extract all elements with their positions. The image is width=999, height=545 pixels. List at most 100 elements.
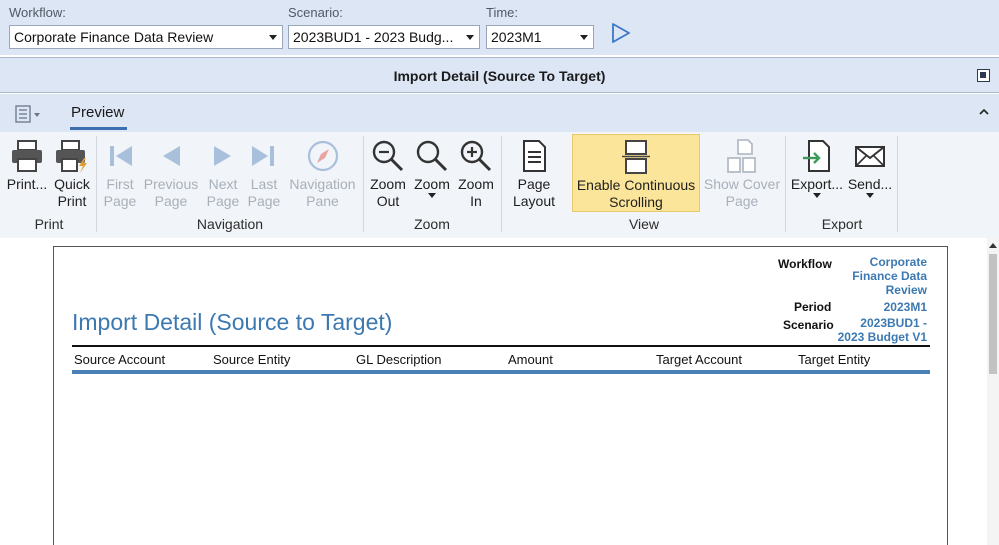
scenario-label: Scenario: (288, 5, 343, 20)
navigation-group-label: Navigation (196, 216, 264, 232)
group-divider (96, 136, 97, 232)
first-page-label-2: Page (103, 193, 137, 209)
group-divider (897, 136, 898, 232)
report-preview-area[interactable]: Import Detail (Source to Target) Workflo… (0, 238, 999, 545)
zoom-out-label-2: Out (376, 193, 400, 209)
last-page-label-2: Page (247, 193, 281, 209)
quick-print-label-2: Print (57, 193, 87, 209)
chevron-up-icon[interactable] (979, 107, 989, 117)
restore-window-icon[interactable] (977, 69, 990, 82)
report-title: Import Detail (Source to Target) (72, 309, 393, 335)
previous-page-button[interactable]: Previous Page (142, 134, 200, 212)
send-button[interactable]: Send... (846, 134, 894, 212)
column-header-amount: Amount (508, 352, 553, 367)
print-button[interactable]: Print... (4, 134, 50, 212)
page-layout-label-1: Page (517, 176, 551, 192)
ribbon: Print... Quick Print Print First Page Pr… (0, 132, 999, 238)
first-page-label-1: First (106, 176, 134, 192)
cover-page-label-2: Page (725, 193, 759, 209)
scenario-meta-label: Scenario (783, 318, 834, 332)
print-group-label: Print (34, 216, 64, 232)
previous-page-label-1: Previous (143, 176, 199, 192)
print-label-1: Print... (6, 176, 48, 192)
zoom-in-label-1: Zoom (458, 176, 494, 192)
zoom-in-label-2: In (470, 193, 482, 209)
printer-icon (12, 140, 42, 172)
last-page-label-1: Last (250, 176, 278, 192)
last-page-button[interactable]: Last Page (244, 134, 284, 212)
navigation-pane-label-2: Pane (306, 193, 339, 209)
group-divider (501, 136, 502, 232)
column-header-source-entity: Source Entity (213, 352, 291, 367)
time-select[interactable]: 2023M1 (486, 25, 594, 49)
workflow-meta-value-3: Review (885, 283, 927, 297)
tab-preview[interactable]: Preview (71, 104, 124, 121)
next-page-button[interactable]: Next Page (203, 134, 243, 212)
column-header-gl-description: GL Description (356, 352, 442, 367)
workflow-label: Workflow: (9, 5, 66, 20)
next-page-icon (214, 146, 231, 166)
cover-page-icon (727, 139, 756, 173)
column-header-target-account: Target Account (656, 352, 742, 367)
last-page-icon (252, 146, 274, 166)
show-cover-page-button[interactable]: Show Cover Page (702, 134, 782, 212)
time-select-value: 2023M1 (491, 29, 542, 45)
next-page-label-2: Page (206, 193, 240, 209)
zoom-in-button[interactable]: Zoom In (454, 134, 498, 212)
column-header-target-entity: Target Entity (798, 352, 871, 367)
scroll-up-arrow-icon[interactable] (989, 243, 997, 248)
report-page: Import Detail (Source to Target) Workflo… (53, 246, 948, 545)
workflow-select[interactable]: Corporate Finance Data Review (9, 25, 283, 49)
page-layout-button[interactable]: Page Layout (505, 134, 563, 212)
chevron-down-icon (269, 35, 277, 40)
send-label: Send... (847, 176, 893, 192)
vertical-scrollbar[interactable] (987, 238, 999, 545)
page-layout-icon (523, 140, 546, 172)
quick-print-button[interactable]: Quick Print (50, 134, 94, 212)
scenario-select-value: 2023BUD1 - 2023 Budg... (293, 29, 454, 45)
workflow-meta-value-1: Corporate (869, 255, 927, 269)
chevron-down-icon (813, 193, 821, 198)
previous-page-icon (163, 146, 180, 166)
export-group-label: Export (821, 216, 863, 232)
export-icon (803, 140, 830, 172)
first-page-button[interactable]: First Page (100, 134, 140, 212)
previous-page-label-2: Page (154, 193, 188, 209)
continuous-label-2: Scrolling (609, 194, 663, 210)
next-page-label-1: Next (208, 176, 238, 192)
navigation-pane-button[interactable]: Navigation Pane (285, 134, 360, 212)
app-menu-icon[interactable] (15, 105, 41, 123)
group-divider (785, 136, 786, 232)
zoom-out-icon (372, 140, 404, 172)
export-button[interactable]: Export... (789, 134, 845, 212)
quick-print-icon (56, 140, 87, 173)
zoom-group-label: Zoom (414, 216, 450, 232)
header-rule (72, 345, 930, 347)
scroll-thumb[interactable] (989, 254, 997, 374)
zoom-out-button[interactable]: Zoom Out (367, 134, 409, 212)
continuous-scroll-icon (622, 140, 650, 174)
panel-title: Import Detail (Source To Target) (393, 68, 606, 84)
zoom-in-icon (460, 140, 492, 172)
continuous-label-1: Enable Continuous (576, 177, 696, 193)
enable-continuous-scrolling-button[interactable]: Enable Continuous Scrolling (572, 134, 700, 212)
column-header-rule (72, 370, 930, 374)
cover-page-label-1: Show Cover (703, 176, 781, 192)
period-meta-label: Period (794, 300, 832, 314)
ribbon-tab-strip: Preview (0, 94, 999, 132)
zoom-out-label-1: Zoom (370, 176, 406, 192)
play-icon[interactable] (610, 21, 632, 45)
compass-icon (307, 140, 338, 172)
scenario-meta-value-1: 2023BUD1 - (860, 316, 927, 330)
zoom-label: Zoom (414, 176, 450, 192)
chevron-down-icon (866, 193, 874, 198)
scenario-meta-value-2: 2023 Budget V1 (837, 330, 927, 344)
scenario-select[interactable]: 2023BUD1 - 2023 Budg... (288, 25, 480, 49)
workflow-meta-label: Workflow (778, 257, 832, 271)
first-page-icon (110, 146, 132, 166)
column-header-source-account: Source Account (74, 352, 166, 367)
zoom-button[interactable]: Zoom (410, 134, 454, 212)
chevron-down-icon (580, 35, 588, 40)
page-layout-label-2: Layout (512, 193, 556, 209)
group-divider (363, 136, 364, 232)
